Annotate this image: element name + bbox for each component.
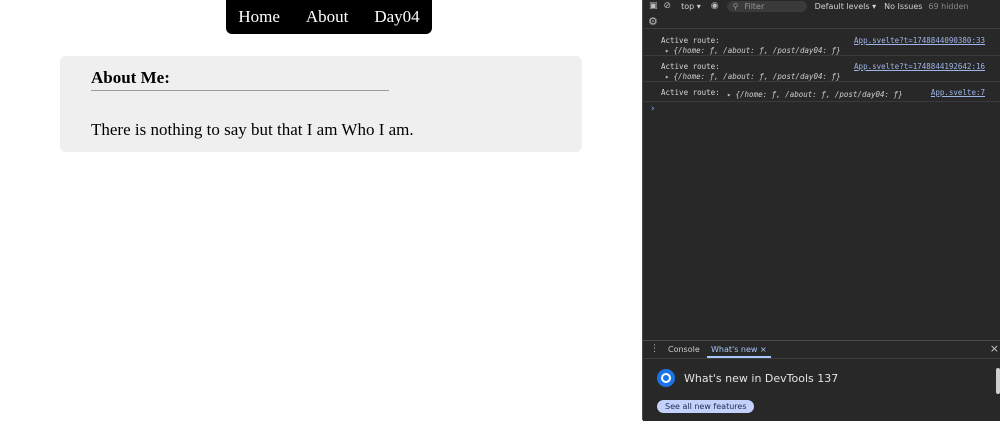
tab-console[interactable]: Console (668, 345, 700, 354)
log-object[interactable]: ▸ {/home: ƒ, /about: ƒ, /post/day04: ƒ} (727, 90, 903, 99)
clear-console-icon[interactable]: ⊘ (664, 1, 672, 11)
log-message: Active route: (661, 88, 720, 97)
filter-placeholder: Filter (744, 1, 765, 11)
devtools-toolbar: ▣ ⊘ top ▾ ◉ ⚲ Filter Default levels ▾ No… (643, 0, 1000, 12)
log-message: Active route: (661, 36, 720, 45)
log-object-text: {/home: ƒ, /about: ƒ, /post/day04: ƒ} (673, 72, 841, 81)
expand-triangle-icon[interactable]: ▸ (665, 72, 670, 81)
sidebar-toggle-icon[interactable]: ▣ (649, 1, 658, 11)
devtools-drawer: ⋮ Console What's new × × What's new in D… (643, 340, 1000, 421)
log-object-text: {/home: ƒ, /about: ƒ, /post/day04: ƒ} (735, 90, 903, 99)
console-log-row: Active route: App.svelte:7 ▸ {/home: ƒ, /… (643, 82, 1000, 102)
about-card: About Me: There is nothing to say but th… (60, 56, 582, 152)
nav-day04-link[interactable]: Day04 (374, 7, 419, 27)
web-page: Home About Day04 About Me: There is noth… (0, 0, 642, 420)
console-log-row: Active route: App.svelte?t=1748844090380… (643, 30, 1000, 56)
hidden-count: 69 hidden (928, 1, 969, 11)
expand-triangle-icon[interactable]: ▸ (665, 46, 670, 55)
devtools-panel: ▣ ⊘ top ▾ ◉ ⚲ Filter Default levels ▾ No… (642, 0, 1000, 421)
eye-icon[interactable]: ◉ (711, 1, 719, 11)
card-title: About Me: (91, 68, 170, 87)
see-all-features-button[interactable]: See all new features (657, 400, 755, 413)
filter-icon: ⚲ (732, 1, 739, 11)
context-selector[interactable]: top ▾ (681, 2, 701, 11)
log-message: Active route: (661, 62, 720, 71)
issues-count[interactable]: No Issues (884, 2, 922, 11)
log-source-link[interactable]: App.svelte?t=1748844192642:16 (854, 62, 985, 71)
card-text: There is nothing to say but that I am Wh… (91, 120, 414, 139)
log-object[interactable]: ▸ {/home: ƒ, /about: ƒ, /post/day04: ƒ} (665, 72, 841, 81)
log-source-link[interactable]: App.svelte:7 (931, 88, 985, 97)
nav-home-link[interactable]: Home (238, 7, 280, 27)
nav-bar: Home About Day04 (226, 0, 432, 34)
expand-triangle-icon[interactable]: ▸ (727, 90, 732, 99)
tab-whats-new[interactable]: What's new × (711, 345, 767, 354)
toolbar-divider (643, 28, 1000, 29)
log-source-link[interactable]: App.svelte?t=1748844090380:33 (854, 36, 985, 45)
console-prompt[interactable]: › (651, 104, 655, 114)
close-icon[interactable]: × (990, 342, 999, 355)
gear-icon[interactable]: ⚙ (648, 15, 658, 28)
whats-new-title: What's new in DevTools 137 (684, 372, 839, 385)
drawer-tab-bar: ⋮ Console What's new × × (643, 341, 1000, 359)
log-object-text: {/home: ƒ, /about: ƒ, /post/day04: ƒ} (673, 46, 841, 55)
drawer-menu-icon[interactable]: ⋮ (650, 344, 659, 354)
scrollbar[interactable] (996, 368, 1000, 394)
log-levels-dropdown[interactable]: Default levels ▾ (815, 2, 877, 11)
log-object[interactable]: ▸ {/home: ƒ, /about: ƒ, /post/day04: ƒ} (665, 46, 841, 55)
chrome-logo-icon (657, 369, 675, 387)
active-tab-indicator (707, 356, 771, 358)
console-log-row: Active route: App.svelte?t=1748844192642… (643, 56, 1000, 82)
card-divider (91, 90, 389, 91)
filter-input[interactable]: ⚲ Filter (726, 0, 807, 12)
nav-about-link[interactable]: About (306, 7, 349, 27)
